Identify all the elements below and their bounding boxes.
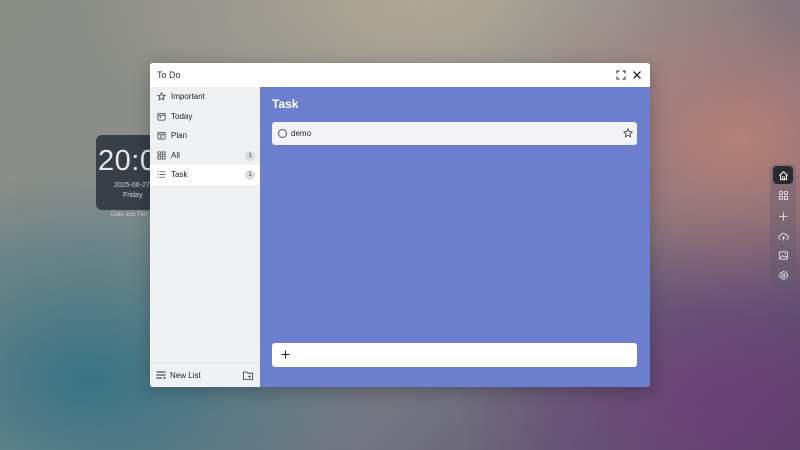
dock-wallpaper-button[interactable] <box>773 246 793 264</box>
task-complete-checkbox[interactable] <box>278 129 287 138</box>
maximize-button[interactable] <box>614 68 628 82</box>
clock-widget-caption: Date and Tim <box>111 212 147 218</box>
task-item[interactable]: demo <box>272 122 637 145</box>
clock-day: Friday <box>123 192 143 199</box>
sidebar-item-label: Important <box>171 92 205 101</box>
add-task-input[interactable] <box>272 343 637 367</box>
sidebar-item-label: Today <box>171 112 193 121</box>
calendar-icon <box>157 112 166 121</box>
star-icon[interactable] <box>623 128 633 138</box>
plus-icon[interactable] <box>280 349 291 360</box>
dock-add-button[interactable] <box>773 207 793 225</box>
clock-time: 20:0 <box>98 145 156 177</box>
gear-icon <box>778 270 788 280</box>
image-icon <box>778 250 788 260</box>
list-title: Task <box>272 97 299 111</box>
clock-date: 2025-06-27 <box>114 182 150 189</box>
grid-icon <box>157 151 166 160</box>
new-list-icon[interactable] <box>156 371 166 380</box>
sidebar-footer: New List <box>150 362 260 387</box>
window-titlebar[interactable]: To Do <box>150 63 650 87</box>
apps-icon <box>778 190 788 200</box>
sidebar: Important Today Plan All 1 Task 1 New Li… <box>150 87 260 387</box>
sidebar-item-label: Task <box>171 170 188 179</box>
close-button[interactable] <box>630 68 644 82</box>
dock-cloud-button[interactable] <box>773 227 793 245</box>
home-icon <box>778 170 788 180</box>
new-list-button[interactable]: New List <box>170 371 201 380</box>
star-icon <box>157 92 166 101</box>
dock-settings-button[interactable] <box>773 266 793 284</box>
sidebar-item-label: All <box>171 151 180 160</box>
dock-home-button[interactable] <box>773 166 793 184</box>
task-list-pane: Task demo <box>260 87 650 387</box>
maximize-icon <box>616 70 626 80</box>
sidebar-item-task[interactable]: Task 1 <box>150 165 260 185</box>
close-icon <box>633 71 641 79</box>
sidebar-item-label: Plan <box>171 131 188 140</box>
desktop-dock <box>770 164 796 288</box>
new-folder-icon[interactable] <box>243 371 253 380</box>
task-title: demo <box>291 129 312 138</box>
list-icon <box>157 171 166 178</box>
sidebar-item-plan[interactable]: Plan <box>150 126 260 146</box>
count-badge: 1 <box>245 170 255 180</box>
sidebar-item-important[interactable]: Important <box>150 87 260 107</box>
todo-window: To Do Important Today Plan All 1 Task 1 … <box>150 63 650 387</box>
calendar-plan-icon <box>157 131 166 140</box>
window-title: To Do <box>157 70 181 80</box>
clock-widget[interactable]: 20:0 2025-06-27 Friday <box>96 135 156 210</box>
plus-icon <box>778 211 788 221</box>
dock-apps-button[interactable] <box>773 186 793 204</box>
sidebar-item-today[interactable]: Today <box>150 107 260 127</box>
sidebar-item-all[interactable]: All 1 <box>150 146 260 166</box>
count-badge: 1 <box>245 151 255 161</box>
cloud-upload-icon <box>777 232 789 241</box>
